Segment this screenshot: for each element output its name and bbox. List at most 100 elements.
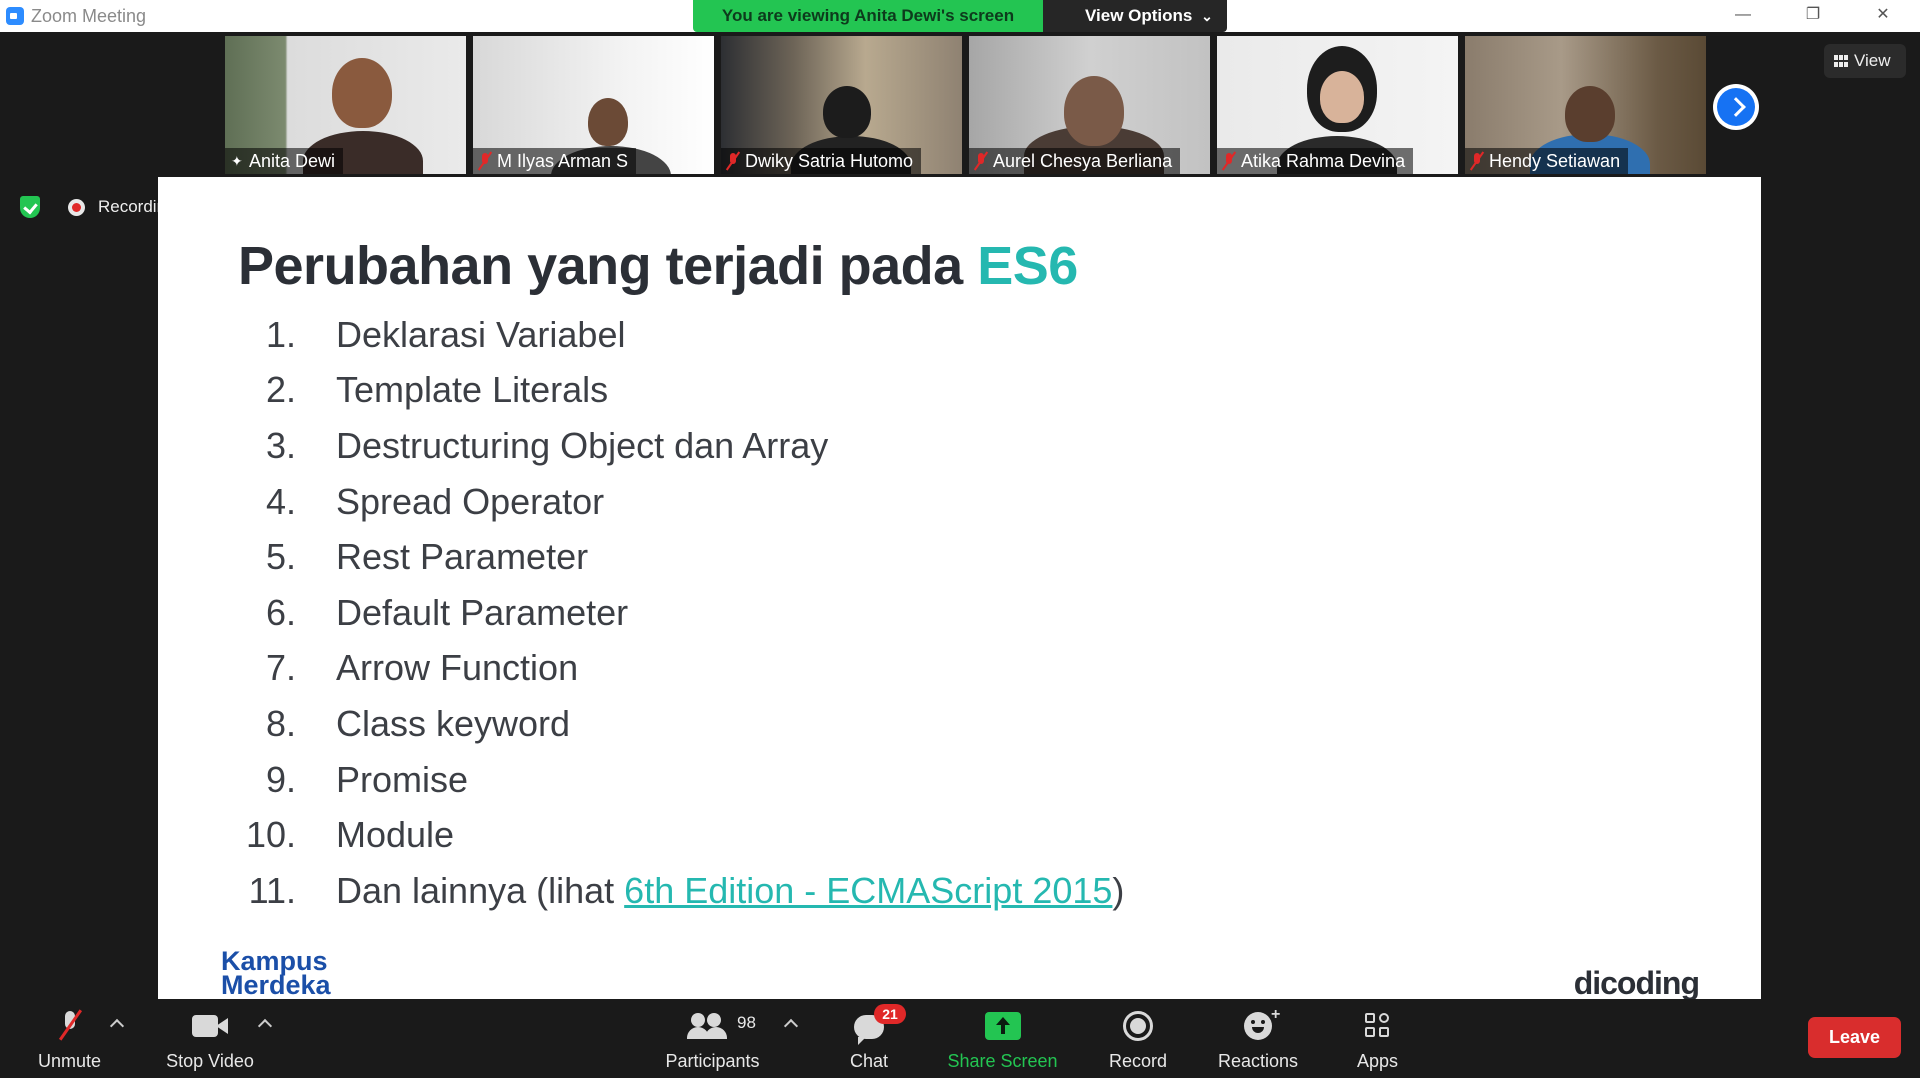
list-text: Rest Parameter	[336, 536, 589, 578]
list-item: 3. Destructuring Object dan Array	[208, 418, 1124, 474]
record-icon	[1123, 1011, 1153, 1041]
unmute-button[interactable]: Unmute	[22, 999, 117, 1078]
participant-name-tag: Hendy Setiawan	[1465, 148, 1629, 174]
ecmascript-link[interactable]: 6th Edition - ECMAScript 2015	[624, 870, 1112, 912]
participant-tile[interactable]: Atika Rahma Devina	[1217, 36, 1458, 174]
list-item: 4. Spread Operator	[208, 474, 1124, 530]
participant-name-tag: Aurel Chesya Berliana	[969, 148, 1181, 174]
participant-name-tag: Dwiky Satria Hutomo	[721, 148, 922, 174]
minimize-button[interactable]: —	[1713, 0, 1773, 32]
list-item: 11. Dan lainnya (lihat 6th Edition - ECMA…	[208, 863, 1125, 919]
list-number: 11.	[248, 869, 296, 911]
close-button[interactable]: ✕	[1853, 0, 1913, 32]
list-text: Class keyword	[336, 702, 571, 744]
list-item: 9. Promise	[208, 752, 1124, 808]
list-item: 1. Deklarasi Variabel	[208, 307, 1124, 363]
apps-icon-square	[1364, 1013, 1375, 1023]
participant-tile[interactable]: ✦ Anita Dewi	[225, 36, 466, 174]
participant-tile[interactable]: M Ilyas Arman S	[473, 36, 714, 174]
list-number: 7.	[265, 647, 296, 689]
list-item: 10. Module	[208, 807, 1124, 863]
leave-button[interactable]: Leave	[1808, 1017, 1901, 1058]
restore-button[interactable]: ❐	[1783, 0, 1843, 32]
encryption-shield-icon[interactable]	[20, 196, 40, 218]
participant-tile[interactable]: Hendy Setiawan	[1465, 36, 1706, 174]
video-camera-icon	[192, 1015, 228, 1037]
participant-name-tag: M Ilyas Arman S	[473, 148, 637, 174]
meeting-toolbar: Unmute Stop Video 98 Participants 21 Cha…	[0, 999, 1920, 1078]
slide-title-text: Perubahan yang terjadi pada	[238, 236, 978, 296]
apps-icon-square	[1378, 1013, 1389, 1023]
pin-icon: ✦	[231, 153, 243, 169]
list-text: Promise	[336, 758, 469, 800]
participant-name: Atika Rahma Devina	[1241, 151, 1406, 171]
list-text: Template Literals	[336, 369, 609, 411]
list-number: 3.	[265, 424, 296, 466]
slide-list: 1. Deklarasi Variabel 2. Template Literals…	[208, 307, 1124, 919]
reactions-button[interactable]: + Reactions	[1208, 999, 1308, 1078]
list-number: 10.	[245, 814, 296, 856]
person-face	[1320, 71, 1364, 123]
participants-options-caret-icon[interactable]	[783, 1018, 799, 1034]
chat-label: Chat	[849, 1051, 889, 1071]
reactions-icon	[1244, 1012, 1272, 1040]
share-screen-icon	[984, 1012, 1021, 1040]
muted-mic-icon	[727, 152, 739, 170]
gallery-next-arrow-icon[interactable]	[1713, 84, 1759, 130]
participant-name-tag: Atika Rahma Devina	[1217, 148, 1414, 174]
list-text: Deklarasi Variabel	[336, 313, 626, 355]
participants-label: Participants	[665, 1051, 760, 1071]
list-number: 6.	[265, 591, 296, 633]
participant-count: 98	[737, 1013, 756, 1032]
person-face	[588, 98, 628, 146]
video-options-caret-icon[interactable]	[257, 1018, 273, 1034]
person-face	[332, 58, 392, 128]
participant-tile[interactable]: Dwiky Satria Hutomo	[721, 36, 962, 174]
slide-title-accent: ES6	[977, 236, 1078, 296]
recording-dot-icon	[68, 199, 85, 216]
list-text: Arrow Function	[336, 647, 579, 689]
list-text: Default Parameter	[336, 591, 629, 633]
view-options-label: View Options	[1085, 6, 1193, 25]
list-item: 5. Rest Parameter	[208, 529, 1124, 585]
share-screen-button[interactable]: Share Screen	[940, 999, 1065, 1078]
stop-video-label: Stop Video	[166, 1051, 254, 1071]
reactions-label: Reactions	[1217, 1051, 1299, 1071]
participants-icon	[687, 1013, 727, 1039]
dicoding-logo: dicoding	[1573, 965, 1700, 1001]
apps-icon-square	[1364, 1027, 1375, 1037]
logo-line: Merdeka	[221, 970, 331, 1000]
chat-button[interactable]: 21 Chat	[830, 999, 908, 1078]
view-layout-button[interactable]: View	[1824, 44, 1906, 78]
participant-tile[interactable]: Aurel Chesya Berliana	[969, 36, 1210, 174]
list-number: 5.	[265, 536, 296, 578]
participant-name: Aurel Chesya Berliana	[993, 151, 1173, 171]
recording-label: Recording	[98, 197, 158, 216]
participant-name: Anita Dewi	[249, 151, 336, 171]
view-label: View	[1854, 51, 1891, 70]
muted-mic-icon	[975, 152, 987, 170]
list-item: 7. Arrow Function	[208, 641, 1124, 697]
list-text: Dan lainnya (lihat	[336, 869, 625, 911]
list-item: 8. Class keyword	[208, 696, 1124, 752]
participant-name: Hendy Setiawan	[1489, 151, 1621, 171]
apps-label: Apps	[1356, 1051, 1399, 1071]
list-item: 2. Template Literals	[208, 363, 1124, 419]
muted-mic-icon	[61, 1011, 79, 1041]
list-number: 9.	[265, 758, 296, 800]
apps-button[interactable]: Apps	[1340, 999, 1415, 1078]
zoom-logo-icon	[6, 7, 24, 25]
participants-button[interactable]: 98 Participants	[655, 999, 770, 1078]
record-button[interactable]: Record	[1098, 999, 1178, 1078]
add-reaction-plus-icon: +	[1271, 1006, 1281, 1023]
muted-mic-icon	[1223, 152, 1235, 170]
participant-name: Dwiky Satria Hutomo	[745, 151, 914, 171]
list-item: 6. Default Parameter	[208, 585, 1124, 641]
chat-unread-badge: 21	[874, 1004, 906, 1024]
shared-screen: Perubahan yang terjadi pada ES6 1. Deklar…	[158, 177, 1761, 1001]
view-options-button[interactable]: View Options ⌄	[1043, 0, 1227, 32]
list-text: Spread Operator	[336, 480, 605, 522]
person-face	[1565, 86, 1615, 142]
stop-video-button[interactable]: Stop Video	[160, 999, 260, 1078]
record-label: Record	[1108, 1051, 1168, 1071]
